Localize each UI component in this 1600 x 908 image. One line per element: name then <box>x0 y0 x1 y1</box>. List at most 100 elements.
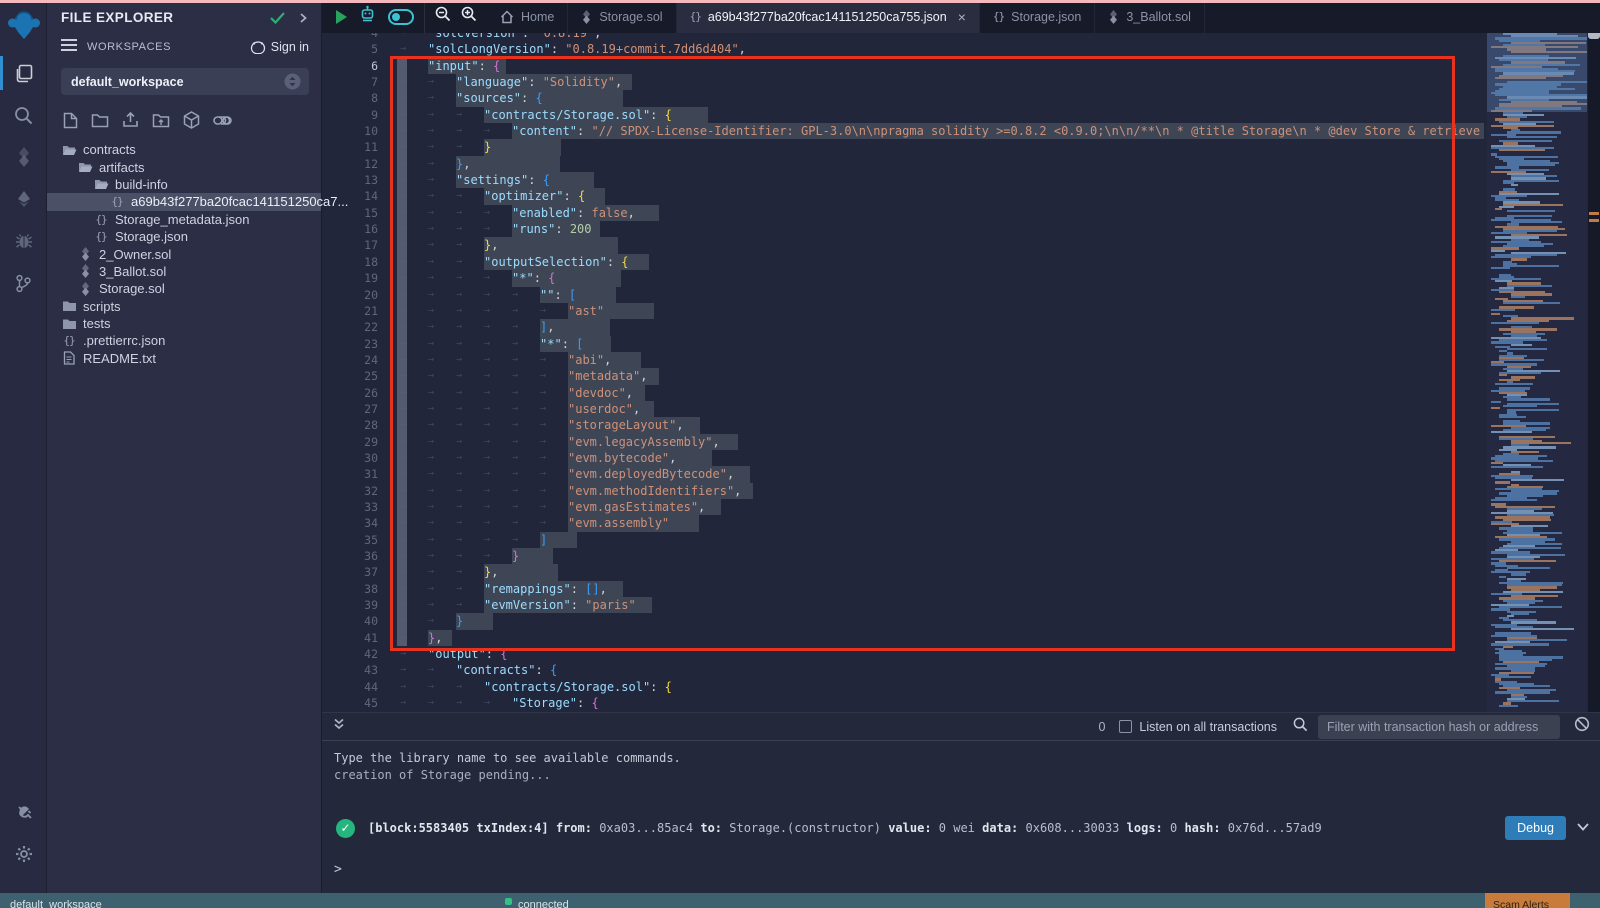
menu-icon[interactable] <box>61 38 77 56</box>
terminal-prompt[interactable]: > <box>334 862 1600 877</box>
rail-item-file-explorer[interactable] <box>0 52 47 94</box>
upload-file-button[interactable] <box>122 112 139 128</box>
rail-item-debugger[interactable] <box>0 220 47 262</box>
code-line-9[interactable]: 9→→→"contracts/Storage.sol": { <box>322 107 1484 123</box>
new-folder-button[interactable] <box>91 113 109 128</box>
code-line-33[interactable]: 33→→→→→→"evm.gasEstimates", <box>322 499 1484 515</box>
code-line-6[interactable]: 6→"input": { <box>322 58 1484 74</box>
code-line-25[interactable]: 25→→→→→→"metadata", <box>322 368 1484 384</box>
code-line-15[interactable]: 15→→→→"enabled": false, <box>322 205 1484 221</box>
code-line-20[interactable]: 20→→→→→"": [ <box>322 287 1484 303</box>
tx-filter-input[interactable] <box>1318 715 1560 739</box>
code-line-19[interactable]: 19→→→→"*": { <box>322 270 1484 286</box>
code-line-45[interactable]: 45→→→→"Storage": { <box>322 695 1484 711</box>
minimap[interactable] <box>1487 33 1587 712</box>
rail-item-deploy-run[interactable] <box>0 178 47 220</box>
debug-button[interactable]: Debug <box>1505 816 1566 840</box>
tree-item-build-info[interactable]: build-info <box>47 176 321 193</box>
code-line-38[interactable]: 38→→→"remappings": [], <box>322 581 1484 597</box>
code-line-43[interactable]: 43→→"contracts": { <box>322 662 1484 678</box>
zoom-out-icon[interactable] <box>435 6 451 27</box>
tree-item-label: scripts <box>83 299 121 314</box>
tree-item-a69b43f277ba20fcac141151250ca7-[interactable]: {}a69b43f277ba20fcac141151250ca7... <box>47 193 321 210</box>
code-line-44[interactable]: 44→→→"contracts/Storage.sol": { <box>322 679 1484 695</box>
code-line-7[interactable]: 7→→"language": "Solidity", <box>322 74 1484 90</box>
code-line-34[interactable]: 34→→→→→→"evm.assembly" <box>322 515 1484 531</box>
listen-checkbox[interactable] <box>1119 720 1132 733</box>
transaction-entry[interactable]: ✓ [block:5583405 txIndex:4] from: 0xa03.… <box>336 816 1590 840</box>
tab-home[interactable]: Home <box>487 0 568 33</box>
tree-item-2-owner-sol[interactable]: 2_Owner.sol <box>47 245 321 262</box>
code-line-16[interactable]: 16→→→→"runs": 200 <box>322 221 1484 237</box>
code-line-39[interactable]: 39→→→"evmVersion": "paris" <box>322 597 1484 613</box>
new-file-button[interactable] <box>63 112 78 129</box>
tree-item-tests[interactable]: tests <box>47 315 321 332</box>
workspace-select[interactable]: default_workspace <box>61 68 309 95</box>
clear-terminal-icon[interactable] <box>1574 716 1590 737</box>
tree-item-contracts[interactable]: contracts <box>47 141 321 158</box>
code-line-11[interactable]: 11→→→} <box>322 139 1484 155</box>
assistant-robot-icon[interactable] <box>359 5 376 28</box>
code-line-35[interactable]: 35→→→→→] <box>322 532 1484 548</box>
sign-in-button[interactable]: Sign in <box>250 40 309 54</box>
scrollbar-thumb[interactable] <box>1588 33 1600 39</box>
tab-a69b43f277ba20fcac141151250ca755-json[interactable]: {}a69b43f277ba20fcac141151250ca755.json× <box>677 0 980 33</box>
tree-item-3-ballot-sol[interactable]: 3_Ballot.sol <box>47 263 321 280</box>
tree-item--prettierrc-json[interactable]: {}.prettierrc.json <box>47 332 321 349</box>
chevron-right-icon[interactable] <box>297 12 309 24</box>
code-line-17[interactable]: 17→→→}, <box>322 237 1484 253</box>
run-script-button[interactable] <box>336 10 347 24</box>
tab-storage-sol[interactable]: Storage.sol <box>568 0 676 33</box>
rail-item-remix-logo[interactable] <box>0 0 47 52</box>
link-button[interactable] <box>213 113 232 128</box>
code-line-12[interactable]: 12→→}, <box>322 156 1484 172</box>
code-line-21[interactable]: 21→→→→→→"ast" <box>322 303 1484 319</box>
code-line-40[interactable]: 40→→} <box>322 613 1484 629</box>
code-line-24[interactable]: 24→→→→→→"abi", <box>322 352 1484 368</box>
tree-item-readme-txt[interactable]: README.txt <box>47 350 321 367</box>
minimap-viewport[interactable] <box>1487 33 1587 112</box>
code-line-27[interactable]: 27→→→→→→"userdoc", <box>322 401 1484 417</box>
rail-item-git[interactable] <box>0 262 47 304</box>
code-line-28[interactable]: 28→→→→→→"storageLayout", <box>322 417 1484 433</box>
rail-item-search[interactable] <box>0 94 47 136</box>
cube-button[interactable] <box>183 111 200 129</box>
code-editor[interactable]: 4→"solcVersion": "0.8.19",5→"solcLongVer… <box>322 33 1600 712</box>
tab-storage-json[interactable]: {}Storage.json <box>980 0 1095 33</box>
theme-toggle[interactable] <box>388 9 414 25</box>
code-line-5[interactable]: 5→"solcLongVersion": "0.8.19+commit.7dd6… <box>322 41 1484 57</box>
tree-item-storage-json[interactable]: {}Storage.json <box>47 228 321 245</box>
code-line-36[interactable]: 36→→→→} <box>322 548 1484 564</box>
code-line-8[interactable]: 8→→"sources": { <box>322 90 1484 106</box>
code-line-22[interactable]: 22→→→→→], <box>322 319 1484 335</box>
code-line-37[interactable]: 37→→→}, <box>322 564 1484 580</box>
code-line-30[interactable]: 30→→→→→→"evm.bytecode", <box>322 450 1484 466</box>
rail-item-plugin-manager[interactable] <box>0 791 47 833</box>
close-tab-icon[interactable]: × <box>958 9 966 25</box>
code-line-10[interactable]: 10→→→→"content": "// SPDX-License-Identi… <box>322 123 1484 139</box>
code-line-29[interactable]: 29→→→→→→"evm.legacyAssembly", <box>322 434 1484 450</box>
code-line-18[interactable]: 18→→→"outputSelection": { <box>322 254 1484 270</box>
scam-alerts-badge[interactable]: Scam Alerts <box>1485 893 1570 908</box>
code-line-31[interactable]: 31→→→→→→"evm.deployedBytecode", <box>322 466 1484 482</box>
tree-item-artifacts[interactable]: artifacts <box>47 158 321 175</box>
tab-3-ballot-sol[interactable]: 3_Ballot.sol <box>1095 0 1205 33</box>
tree-item-scripts[interactable]: scripts <box>47 298 321 315</box>
statusbar-workspace[interactable]: default_workspace <box>10 899 102 908</box>
rail-item-settings[interactable] <box>0 833 47 875</box>
upload-folder-button[interactable] <box>152 113 170 128</box>
code-line-42[interactable]: 42→"output": { <box>322 646 1484 662</box>
zoom-in-icon[interactable] <box>461 6 477 27</box>
rail-item-solidity-compiler[interactable] <box>0 136 47 178</box>
tree-item-storage-sol[interactable]: Storage.sol <box>47 280 321 297</box>
code-line-13[interactable]: 13→→"settings": { <box>322 172 1484 188</box>
code-line-26[interactable]: 26→→→→→→"devdoc", <box>322 385 1484 401</box>
expand-terminal-icon[interactable] <box>332 717 346 736</box>
code-line-23[interactable]: 23→→→→→"*": [ <box>322 336 1484 352</box>
code-line-41[interactable]: 41→}, <box>322 630 1484 646</box>
tree-item-storage-metadata-json[interactable]: {}Storage_metadata.json <box>47 211 321 228</box>
code-line-4[interactable]: 4→"solcVersion": "0.8.19", <box>322 33 1484 41</box>
code-line-14[interactable]: 14→→→"optimizer": { <box>322 188 1484 204</box>
code-line-32[interactable]: 32→→→→→→"evm.methodIdentifiers", <box>322 483 1484 499</box>
tx-expand-chevron-icon[interactable] <box>1576 819 1590 837</box>
